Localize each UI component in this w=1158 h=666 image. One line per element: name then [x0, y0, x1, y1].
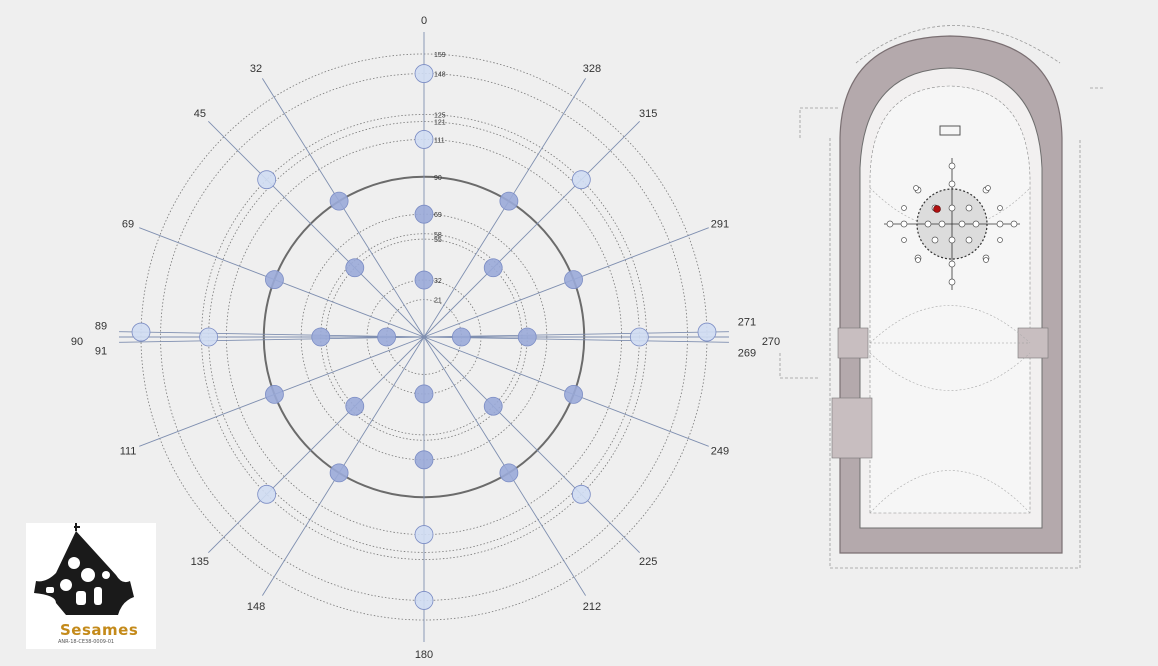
ring-label-90: 90 [434, 175, 442, 182]
angle-label-91: 91 [95, 346, 107, 358]
angle-label-180: 180 [415, 649, 433, 661]
ring-label-111: 111 [434, 137, 445, 144]
point-0-111 [414, 130, 434, 149]
ring-label-159: 159 [434, 52, 446, 59]
logo-subtitle: ANR-18-CE38-0009-01 [58, 639, 115, 645]
point-45-125 [257, 170, 277, 190]
point-0-32 [414, 270, 434, 290]
sesames-logo: Sesames ANR-18-CE38-0009-01 [26, 523, 156, 649]
angle-label-212: 212 [583, 601, 601, 613]
point-180-32 [414, 384, 434, 404]
angle-label-249: 249 [711, 446, 729, 458]
point-225-125 [571, 484, 591, 504]
point-135-125 [257, 484, 277, 504]
angle-label-90: 90 [71, 336, 83, 348]
point-180-111 [414, 525, 434, 544]
point-315-55 [483, 258, 503, 278]
point-328-90 [499, 191, 519, 211]
ray-135 [208, 336, 425, 553]
angle-label-225: 225 [639, 556, 657, 568]
point-270-21 [451, 327, 471, 347]
point-0-148 [414, 64, 434, 83]
point-180-69 [414, 450, 434, 470]
point-90-21 [377, 327, 397, 347]
point-111-90 [265, 385, 284, 404]
ring-label-125: 125 [434, 113, 446, 120]
ring-label-21: 21 [434, 298, 442, 305]
point-270-121 [629, 327, 649, 347]
point-90-121 [199, 327, 219, 347]
point-291-90 [564, 270, 583, 289]
ray-225 [423, 336, 640, 553]
logo-emblem [34, 523, 134, 615]
ring-label-121: 121 [434, 120, 446, 127]
point-0-69 [414, 204, 434, 224]
point-135-55 [345, 396, 365, 416]
point-180-148 [414, 591, 434, 610]
ring-label-58: 58 [434, 232, 442, 239]
ring-label-69: 69 [434, 212, 442, 219]
source-marker [933, 205, 941, 213]
point-32-90 [329, 191, 349, 211]
ray-45 [208, 121, 425, 338]
ring-label-148: 148 [434, 72, 446, 79]
angle-label-0: 0 [421, 15, 427, 27]
plan-walls [831, 35, 1063, 554]
angle-label-45: 45 [194, 108, 206, 120]
point-148-90 [329, 463, 349, 483]
point-89-159 [131, 322, 151, 342]
angle-label-111: 111 [120, 446, 137, 458]
angle-label-69: 69 [122, 218, 134, 230]
angle-label-135: 135 [191, 556, 209, 568]
point-69-90 [265, 270, 284, 289]
angle-label-32: 32 [250, 63, 262, 75]
ring-label-32: 32 [434, 278, 442, 285]
point-45-55 [345, 258, 365, 278]
point-270-58 [517, 327, 537, 347]
point-249-90 [564, 385, 583, 404]
angle-label-315: 315 [639, 108, 657, 120]
point-225-55 [483, 396, 503, 416]
angle-label-269: 269 [738, 348, 756, 360]
angle-label-328: 328 [583, 63, 601, 75]
angle-label-148: 148 [247, 601, 265, 613]
angle-label-291: 291 [711, 218, 729, 230]
point-271-159 [697, 322, 717, 342]
point-212-90 [499, 463, 519, 483]
point-90-58 [311, 327, 331, 347]
logo-title: Sesames [60, 621, 139, 639]
point-315-125 [571, 170, 591, 190]
angle-label-89: 89 [95, 320, 107, 332]
angle-label-271: 271 [738, 316, 756, 328]
ray-315 [423, 121, 640, 338]
church-floor-plan [779, 25, 1105, 569]
